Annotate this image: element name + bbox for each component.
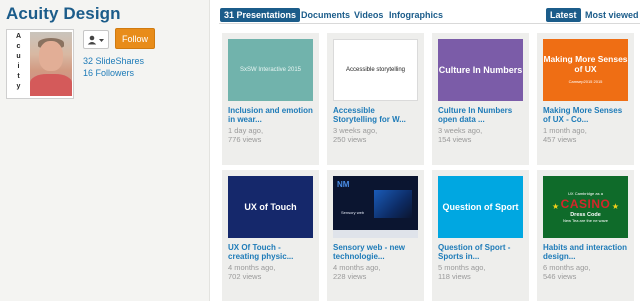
presentation-title[interactable]: Sensory web - new technologie... [333, 243, 419, 261]
presentation-age: 3 weeks ago, [333, 126, 378, 135]
presentation-thumbnail[interactable]: Making More Senses of UX Camsep2015 2015 [543, 39, 628, 101]
presentation-card[interactable]: Making More Senses of UX Camsep2015 2015… [537, 33, 634, 165]
user-dropdown-icon [87, 35, 104, 44]
presentation-thumbnail[interactable]: Question of Sport [438, 176, 523, 238]
presentation-views: 154 views [438, 135, 472, 144]
presentation-age: 4 months ago, [333, 263, 381, 272]
presentation-title[interactable]: Culture In Numbers open data ... [438, 106, 524, 124]
thumbnail-title: Sensory web [341, 210, 365, 215]
logo-letter: u [16, 53, 21, 60]
presentation-age: 1 day ago, [228, 126, 264, 135]
presentation-age: 1 month ago, [543, 126, 587, 135]
thumbnail-title: CASINO [560, 197, 611, 211]
presentation-card[interactable]: Question of Sport Question of Sport - Sp… [432, 170, 529, 301]
thumbnail-graphic [374, 190, 412, 218]
presentation-card[interactable]: UX Cambridge as a CASINO ★ Dress Code ★ … [537, 170, 634, 301]
presentation-thumbnail[interactable]: Accessible storytelling [333, 39, 418, 101]
tab-infographics[interactable]: Infographics [389, 8, 443, 22]
sort-most-viewed[interactable]: Most viewed [585, 8, 639, 22]
presentation-title[interactable]: Habits and interaction design... [543, 243, 629, 261]
logo-letter: i [17, 63, 20, 70]
logo-letter: c [16, 43, 21, 50]
presentation-card[interactable]: Culture In Numbers Culture In Numbers op… [432, 33, 529, 165]
presentation-views: 457 views [543, 135, 577, 144]
follow-options-button[interactable] [83, 30, 109, 49]
presentation-card[interactable]: UX of Touch UX Of Touch - creating physi… [222, 170, 319, 301]
avatar[interactable]: A c u i t y [6, 29, 74, 99]
presentation-card[interactable]: SxSW Interactive 2015 Inclusion and emot… [222, 33, 319, 165]
thumbnail-subtitle: Camsep2015 2015 [568, 78, 603, 84]
presentation-views: 228 views [333, 272, 367, 281]
presentation-age: 5 months ago, [438, 263, 486, 272]
profile-name[interactable]: Acuity Design [6, 4, 121, 24]
tab-videos[interactable]: Videos [354, 8, 383, 22]
presentation-age: 4 months ago, [228, 263, 276, 272]
presentation-views: 546 views [543, 272, 577, 281]
presentation-title[interactable]: Inclusion and emotion in wear... [228, 106, 314, 124]
content-tabs: 31 Presentations Documents Videos Infogr… [211, 0, 640, 24]
presentation-title[interactable]: Accessible Storytelling for W... [333, 106, 419, 124]
thumbnail-footer [333, 230, 418, 238]
followers-count-link[interactable]: 16 Followers [83, 68, 134, 78]
thumbnail-footer-text: New Tea are the ne wave [562, 218, 609, 223]
tab-presentations[interactable]: 31 Presentations [220, 8, 301, 22]
content-area: 31 Presentations Documents Videos Infogr… [211, 0, 640, 301]
tab-divider [219, 23, 640, 24]
logo-letter: A [15, 33, 22, 40]
presentation-thumbnail[interactable]: SxSW Interactive 2015 [228, 39, 313, 101]
profile-panel: Acuity Design A c u i t y Follow 32 Slid… [0, 0, 210, 301]
presentation-age: 3 weeks ago, [438, 126, 483, 135]
thumbnail-title: Making More Senses of UX [543, 53, 628, 74]
presentation-card[interactable]: NM Sensory web Sensory web - new technol… [327, 170, 424, 301]
presentation-views: 118 views [438, 272, 471, 281]
presentation-title[interactable]: Making More Senses of UX - Co... [543, 106, 629, 124]
slideshares-count-link[interactable]: 32 SlideShares [83, 56, 144, 66]
presentation-thumbnail[interactable]: NM Sensory web [333, 176, 418, 238]
follow-button[interactable]: Follow [115, 28, 155, 49]
thumbnail-kicker: UX Cambridge as a [568, 191, 603, 196]
logo-letter: t [17, 73, 20, 80]
presentation-views: 702 views [228, 272, 262, 281]
acuity-logo: A c u i t y [9, 32, 28, 96]
star-icon: ★ [611, 202, 619, 211]
presentation-card[interactable]: Accessible storytelling Accessible Story… [327, 33, 424, 165]
presentation-views: 776 views [228, 135, 262, 144]
tab-documents[interactable]: Documents [301, 8, 350, 22]
thumbnail-logo: NM [337, 180, 350, 189]
presentation-title[interactable]: UX Of Touch - creating physic... [228, 243, 314, 261]
presentation-thumbnail[interactable]: Culture In Numbers [438, 39, 523, 101]
presentation-age: 6 months ago, [543, 263, 591, 272]
presentation-views: 250 views [333, 135, 367, 144]
logo-letter: y [16, 83, 21, 90]
profile-photo [30, 32, 72, 96]
presentation-title[interactable]: Question of Sport - Sports in... [438, 243, 524, 261]
sort-latest[interactable]: Latest [546, 8, 581, 22]
star-icon: ★ [552, 202, 560, 211]
presentation-thumbnail[interactable]: UX of Touch [228, 176, 313, 238]
presentation-thumbnail[interactable]: UX Cambridge as a CASINO ★ Dress Code ★ … [543, 176, 628, 238]
